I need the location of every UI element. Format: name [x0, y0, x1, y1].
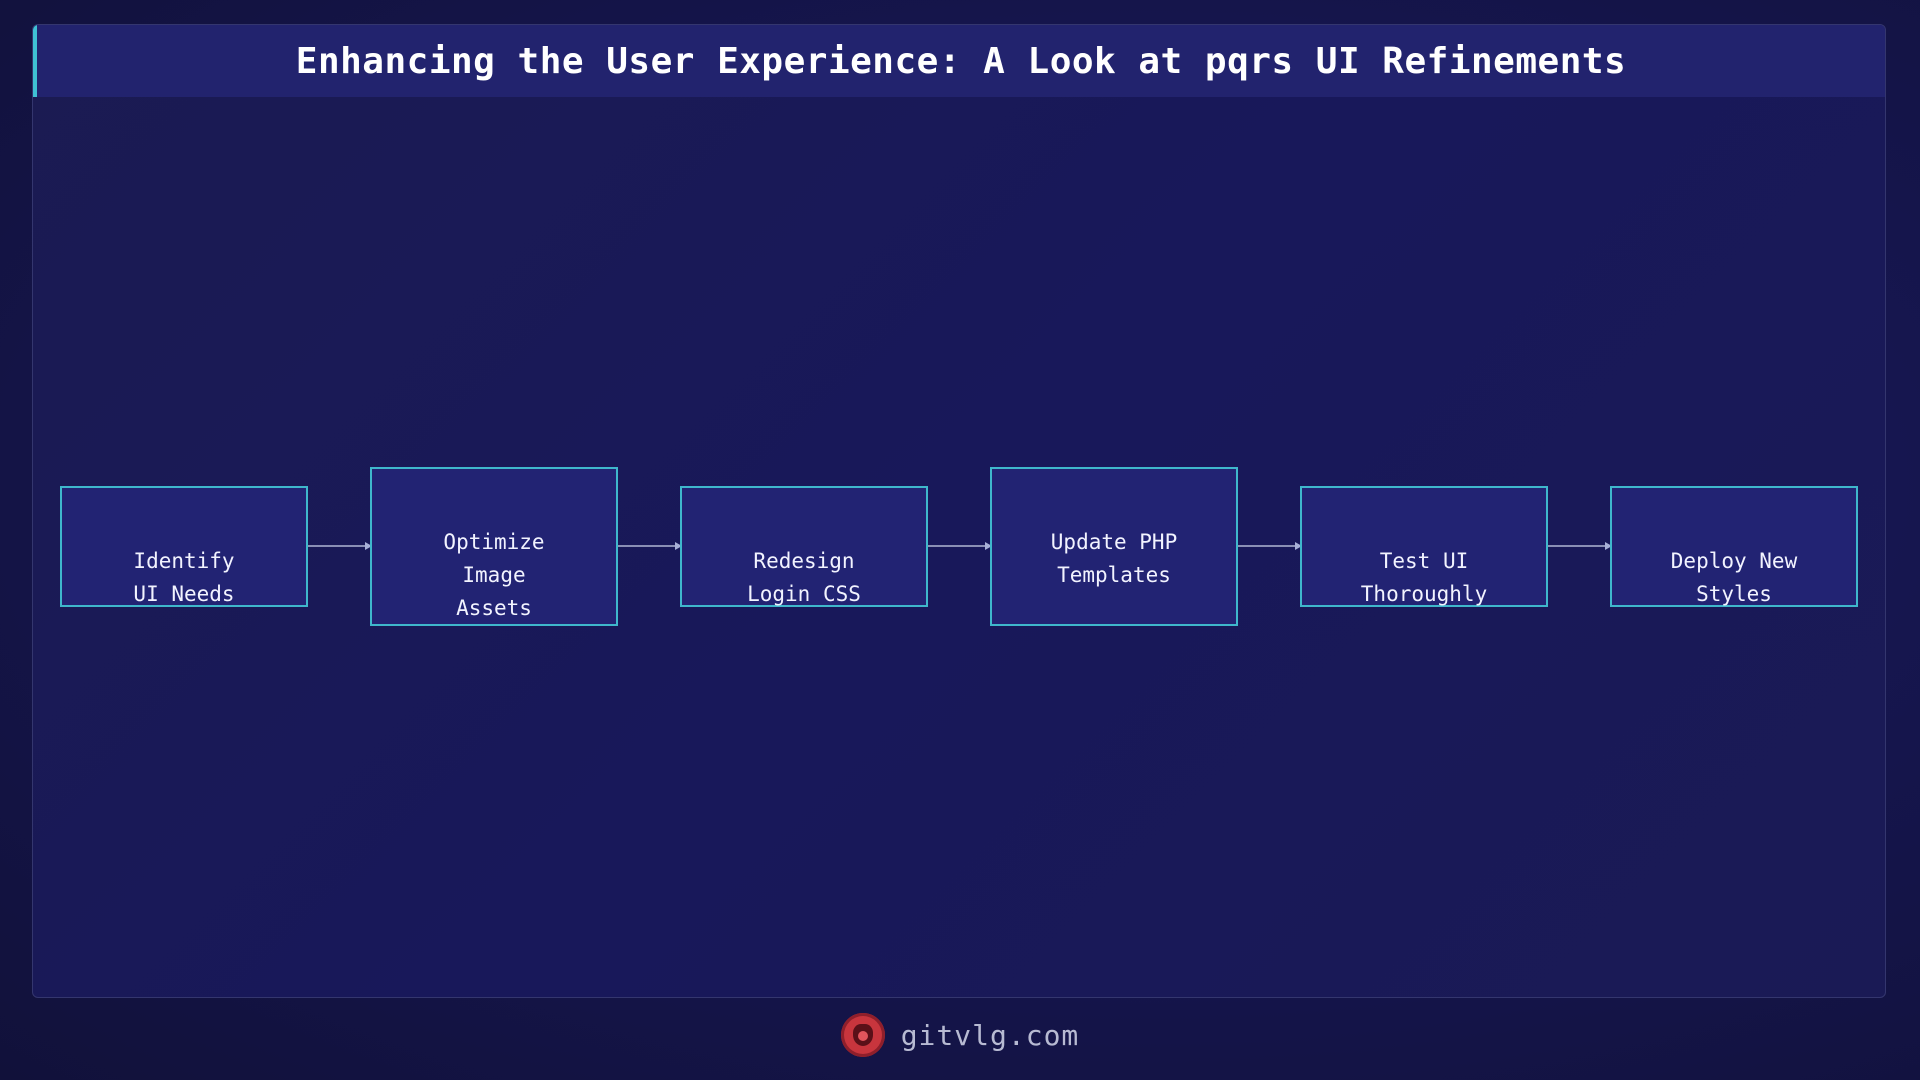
site-url[interactable]: gitvlg.com: [901, 1019, 1080, 1052]
flow-step-label: Optimize Image Assets: [443, 530, 545, 620]
flow-step-label: Redesign Login CSS: [747, 549, 861, 606]
title-bar: Enhancing the User Experience: A Look at…: [33, 25, 1885, 97]
flow-step-identify-ui-needs: Identify UI Needs: [60, 486, 308, 607]
page-title: Enhancing the User Experience: A Look at…: [295, 40, 1627, 82]
flow-step-deploy-new-styles: Deploy New Styles: [1610, 486, 1858, 607]
flow-step-optimize-image-assets: Optimize Image Assets: [370, 467, 618, 626]
lion-head-icon: [840, 1013, 885, 1057]
flow-step-redesign-login-css: Redesign Login CSS: [680, 486, 928, 607]
flow-step-update-php-templates: Update PHP Templates: [990, 467, 1238, 626]
flow-step-label: Identify UI Needs: [133, 549, 235, 606]
flow-step-label: Deploy New Styles: [1670, 549, 1798, 606]
slide-card: Enhancing the User Experience: A Look at…: [32, 24, 1886, 998]
flow-step-test-ui-thoroughly: Test UI Thoroughly: [1300, 486, 1548, 607]
flow-step-label: Test UI Thoroughly: [1360, 549, 1488, 606]
flow-step-label: Update PHP Templates: [1050, 530, 1178, 587]
footer: gitvlg.com: [0, 1010, 1920, 1060]
